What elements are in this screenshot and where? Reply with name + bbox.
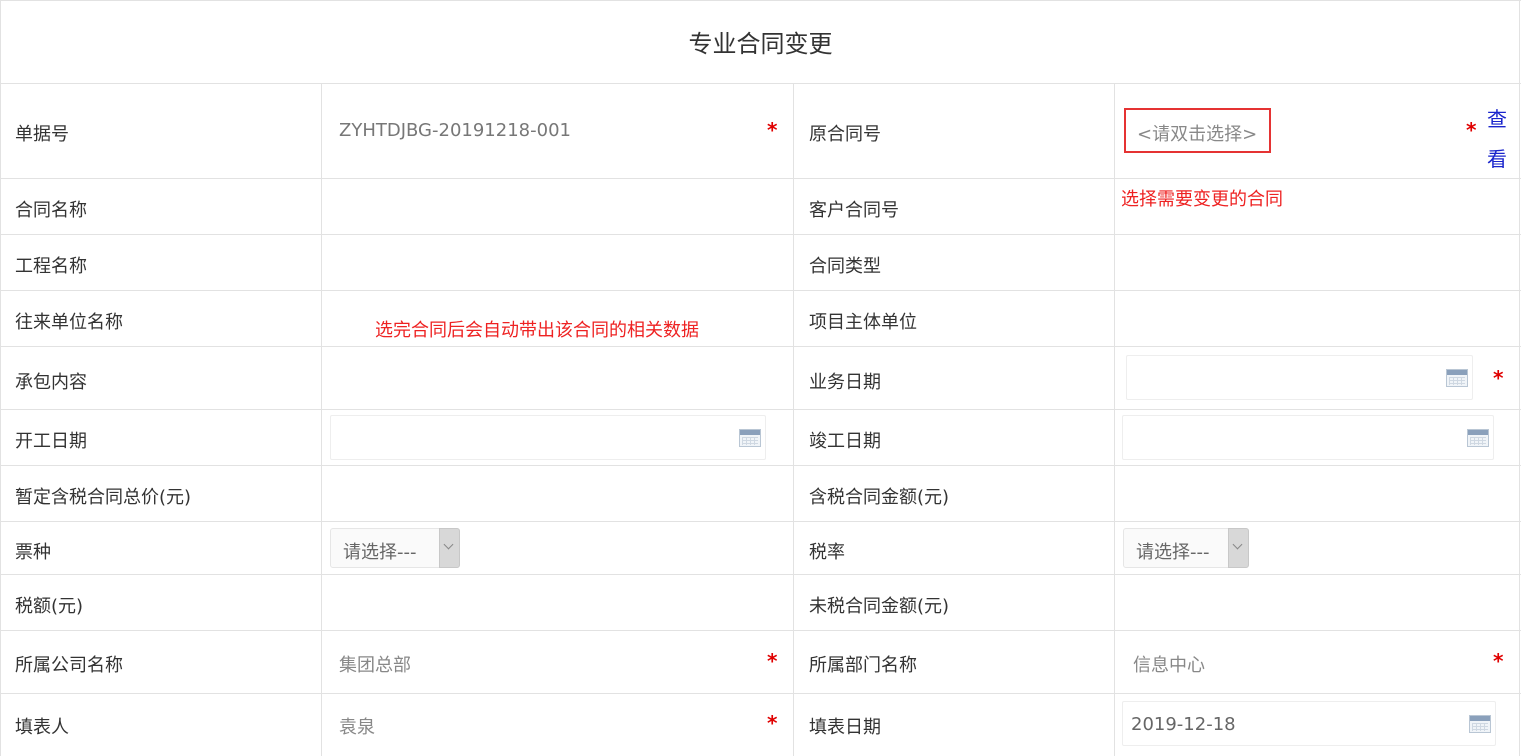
select-contract-annotation: 选择需要变更的合同 (1121, 189, 1283, 210)
view-contract-link[interactable]: 查看 (1487, 99, 1509, 179)
required-mark: * (1493, 366, 1504, 390)
project-entity-label: 项目主体单位 (809, 312, 917, 333)
taxed-amount-label: 含税合同金额(元) (809, 487, 950, 508)
fill-date-input[interactable]: 2019-12-18 (1122, 701, 1496, 746)
tax-rate-select[interactable]: 请选择--- (1123, 528, 1249, 568)
contract-name-label: 合同名称 (15, 200, 87, 221)
invoice-type-select[interactable]: 请选择--- (330, 528, 460, 568)
company-label: 所属公司名称 (15, 655, 123, 676)
start-date-input[interactable] (330, 415, 766, 460)
business-date-input[interactable] (1126, 355, 1473, 400)
chevron-down-icon[interactable] (1228, 528, 1249, 568)
calendar-icon[interactable] (1469, 714, 1491, 733)
doc-no-value: ZYHTDJBG-20191218-001 (339, 120, 571, 141)
calendar-icon[interactable] (1467, 428, 1489, 447)
provisional-total-label: 暂定含税合同总价(元) (15, 487, 192, 508)
preparer-label: 填表人 (15, 717, 69, 738)
completion-date-input[interactable] (1122, 415, 1494, 460)
scope-label: 承包内容 (15, 372, 87, 393)
calendar-icon[interactable] (1446, 368, 1468, 387)
completion-date-label: 竣工日期 (809, 431, 881, 452)
required-mark: * (1466, 118, 1477, 142)
company-value: 集团总部 (339, 655, 411, 676)
project-name-label: 工程名称 (15, 256, 87, 277)
department-label: 所属部门名称 (809, 655, 917, 676)
auto-fill-annotation: 选完合同后会自动带出该合同的相关数据 (375, 320, 699, 341)
required-mark: * (767, 118, 778, 142)
fill-date-value: 2019-12-18 (1131, 714, 1236, 735)
business-date-label: 业务日期 (809, 372, 881, 393)
page-title: 专业合同变更 (688, 30, 833, 58)
contract-type-label: 合同类型 (809, 256, 881, 277)
chevron-down-icon[interactable] (439, 528, 460, 568)
customer-contract-no-label: 客户合同号 (809, 200, 899, 221)
tax-rate-selected: 请选择--- (1136, 542, 1210, 563)
required-mark: * (1493, 649, 1504, 673)
preparer-value: 袁泉 (339, 717, 375, 738)
invoice-type-selected: 请选择--- (343, 542, 417, 563)
required-mark: * (767, 649, 778, 673)
untaxed-amount-label: 未税合同金额(元) (809, 596, 950, 617)
tax-amount-label: 税额(元) (15, 596, 84, 617)
orig-contract-no-input[interactable]: <请双击选择> (1137, 120, 1257, 146)
required-mark: * (767, 711, 778, 735)
start-date-label: 开工日期 (15, 431, 87, 452)
counterparty-label: 往来单位名称 (15, 312, 123, 333)
fill-date-label: 填表日期 (809, 717, 881, 738)
calendar-icon[interactable] (739, 428, 761, 447)
orig-contract-no-label: 原合同号 (809, 124, 881, 145)
invoice-type-label: 票种 (15, 542, 51, 563)
doc-no-label: 单据号 (15, 124, 69, 145)
department-value: 信息中心 (1133, 655, 1205, 676)
tax-rate-label: 税率 (809, 542, 845, 563)
